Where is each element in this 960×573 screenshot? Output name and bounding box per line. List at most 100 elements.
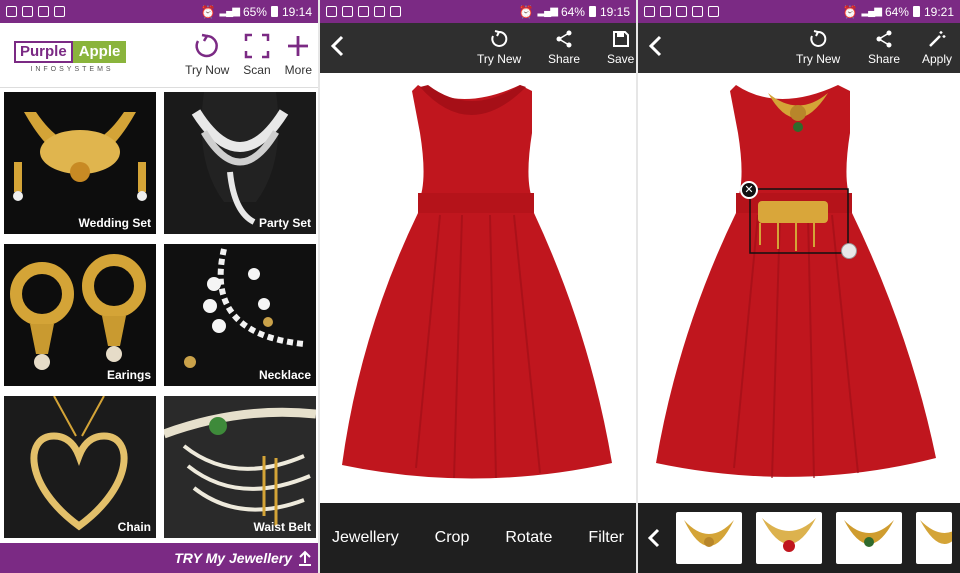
chain-image [30, 396, 128, 531]
scan-label: Scan [243, 63, 271, 77]
magic-wand-icon [929, 31, 946, 47]
logo-subtitle: INFOSYSTEMS [30, 66, 114, 73]
category-chain[interactable]: Chain [4, 396, 156, 538]
save-icon [612, 31, 629, 47]
alarm-icon: ⏰ [200, 4, 216, 19]
editor-toolbar: Try New Share Save [320, 23, 636, 73]
clock: 19:15 [599, 4, 630, 19]
jewellery-thumbnail[interactable] [676, 512, 742, 564]
plus-icon [288, 36, 309, 56]
more-label: More [284, 63, 312, 77]
logo-word-2: Apple [72, 41, 127, 63]
save-button[interactable]: Save [607, 26, 634, 66]
notification-icon [676, 6, 687, 17]
clock: 19:14 [281, 4, 312, 19]
jewellery-thumbnail[interactable] [836, 512, 902, 564]
party-set-image [191, 92, 289, 225]
crop-menu-item[interactable]: Crop [435, 529, 470, 547]
share-icon [556, 30, 572, 48]
earings-image [10, 254, 146, 370]
apply-button[interactable]: Apply [922, 26, 952, 66]
category-party-set[interactable]: Party Set [164, 92, 316, 234]
category-label: Necklace [258, 368, 311, 382]
share-button[interactable]: Share [868, 26, 900, 66]
signal-icon: ▂▄▆ [219, 6, 239, 17]
battery-icon [588, 6, 596, 17]
upload-icon [299, 550, 311, 566]
battery-icon [270, 6, 278, 17]
remove-sticker-button[interactable]: ✕ [740, 181, 758, 199]
jewellery-thumbnail[interactable] [756, 512, 822, 564]
jewellery-thumbnail[interactable] [916, 512, 952, 564]
share-icon [876, 30, 892, 48]
share-label: Share [868, 52, 901, 66]
category-label: Wedding Set [78, 216, 151, 230]
try-new-button[interactable]: Try New [796, 26, 840, 66]
red-dress-photo [342, 85, 612, 479]
signal-icon: ▂▄▆ [537, 6, 557, 17]
back-arrow-icon[interactable] [646, 526, 662, 550]
notification-icon [708, 6, 719, 17]
back-arrow-icon[interactable] [646, 33, 666, 59]
more-button[interactable]: More [285, 29, 312, 77]
try-new-button[interactable]: Try New [477, 26, 521, 66]
share-button[interactable]: Share [548, 26, 580, 66]
logo-word-1: Purple [14, 41, 73, 63]
filter-menu-item[interactable]: Filter [588, 529, 624, 547]
category-earings[interactable]: Earings [4, 244, 156, 386]
rotate-menu-item[interactable]: Rotate [505, 529, 552, 547]
notification-icon [22, 6, 33, 17]
refresh-icon [195, 33, 219, 58]
alarm-icon: ⏰ [842, 4, 858, 19]
editor-screen: ⏰ ▂▄▆ 64% 19:15 Try New Share Save Jewel… [320, 0, 636, 573]
photo-canvas[interactable] [320, 73, 636, 503]
try-on-screen: ⏰ ▂▄▆ 64% 19:21 Try New Share Apply ✕ [638, 0, 960, 573]
category-label: Party Set [258, 216, 311, 230]
photo-canvas[interactable]: ✕ [638, 73, 960, 503]
category-necklace[interactable]: Necklace [164, 244, 316, 386]
save-label: Save [607, 52, 635, 66]
notification-icon [644, 6, 655, 17]
notification-icon [342, 6, 353, 17]
try-new-label: Try New [796, 52, 841, 66]
apply-label: Apply [922, 52, 953, 66]
status-bar: ⏰ ▂▄▆ 65% 19:14 [0, 0, 318, 23]
notification-icon [390, 6, 401, 17]
edit-menu-bar: Jewellery Crop Rotate Filter [320, 503, 636, 573]
home-screen: ⏰ ▂▄▆ 65% 19:14 Purple Apple INFOSYSTEMS… [0, 0, 318, 573]
jewellery-strip [638, 503, 960, 573]
category-wedding-set[interactable]: Wedding Set [4, 92, 156, 234]
category-label: Chain [117, 520, 151, 534]
notification-icon [374, 6, 385, 17]
battery-level: 64% [560, 4, 585, 19]
app-header: Purple Apple INFOSYSTEMS Try Now Scan Mo… [0, 23, 318, 88]
refresh-icon [810, 30, 827, 47]
waist-belt-image [164, 407, 316, 526]
try-my-jewellery-button[interactable]: TRY My Jewellery [0, 543, 318, 573]
close-icon: ✕ [744, 184, 754, 196]
necklace-image [184, 248, 305, 368]
notification-icon [692, 6, 703, 17]
try-now-button[interactable]: Try Now [185, 29, 229, 77]
refresh-icon [491, 30, 508, 47]
share-label: Share [548, 52, 581, 66]
status-bar: ⏰ ▂▄▆ 64% 19:15 [320, 0, 636, 23]
brand-logo: Purple Apple INFOSYSTEMS [14, 41, 130, 73]
footer-label: TRY My Jewellery [174, 550, 292, 566]
try-now-label: Try Now [185, 63, 230, 77]
battery-level: 64% [884, 4, 909, 19]
notification-icon [660, 6, 671, 17]
category-waist-belt[interactable]: Waist Belt [164, 396, 316, 538]
battery-icon [912, 6, 920, 17]
status-bar: ⏰ ▂▄▆ 64% 19:21 [638, 0, 960, 23]
jewellery-menu-item[interactable]: Jewellery [332, 529, 399, 547]
category-label: Earings [106, 368, 151, 382]
wedding-set-image [13, 112, 147, 201]
signal-icon: ▂▄▆ [861, 6, 881, 17]
scan-button[interactable]: Scan [243, 29, 271, 77]
back-arrow-icon[interactable] [328, 33, 348, 59]
resize-handle[interactable] [841, 243, 857, 259]
battery-level: 65% [242, 4, 267, 19]
notification-icon [358, 6, 369, 17]
alarm-icon: ⏰ [518, 4, 534, 19]
